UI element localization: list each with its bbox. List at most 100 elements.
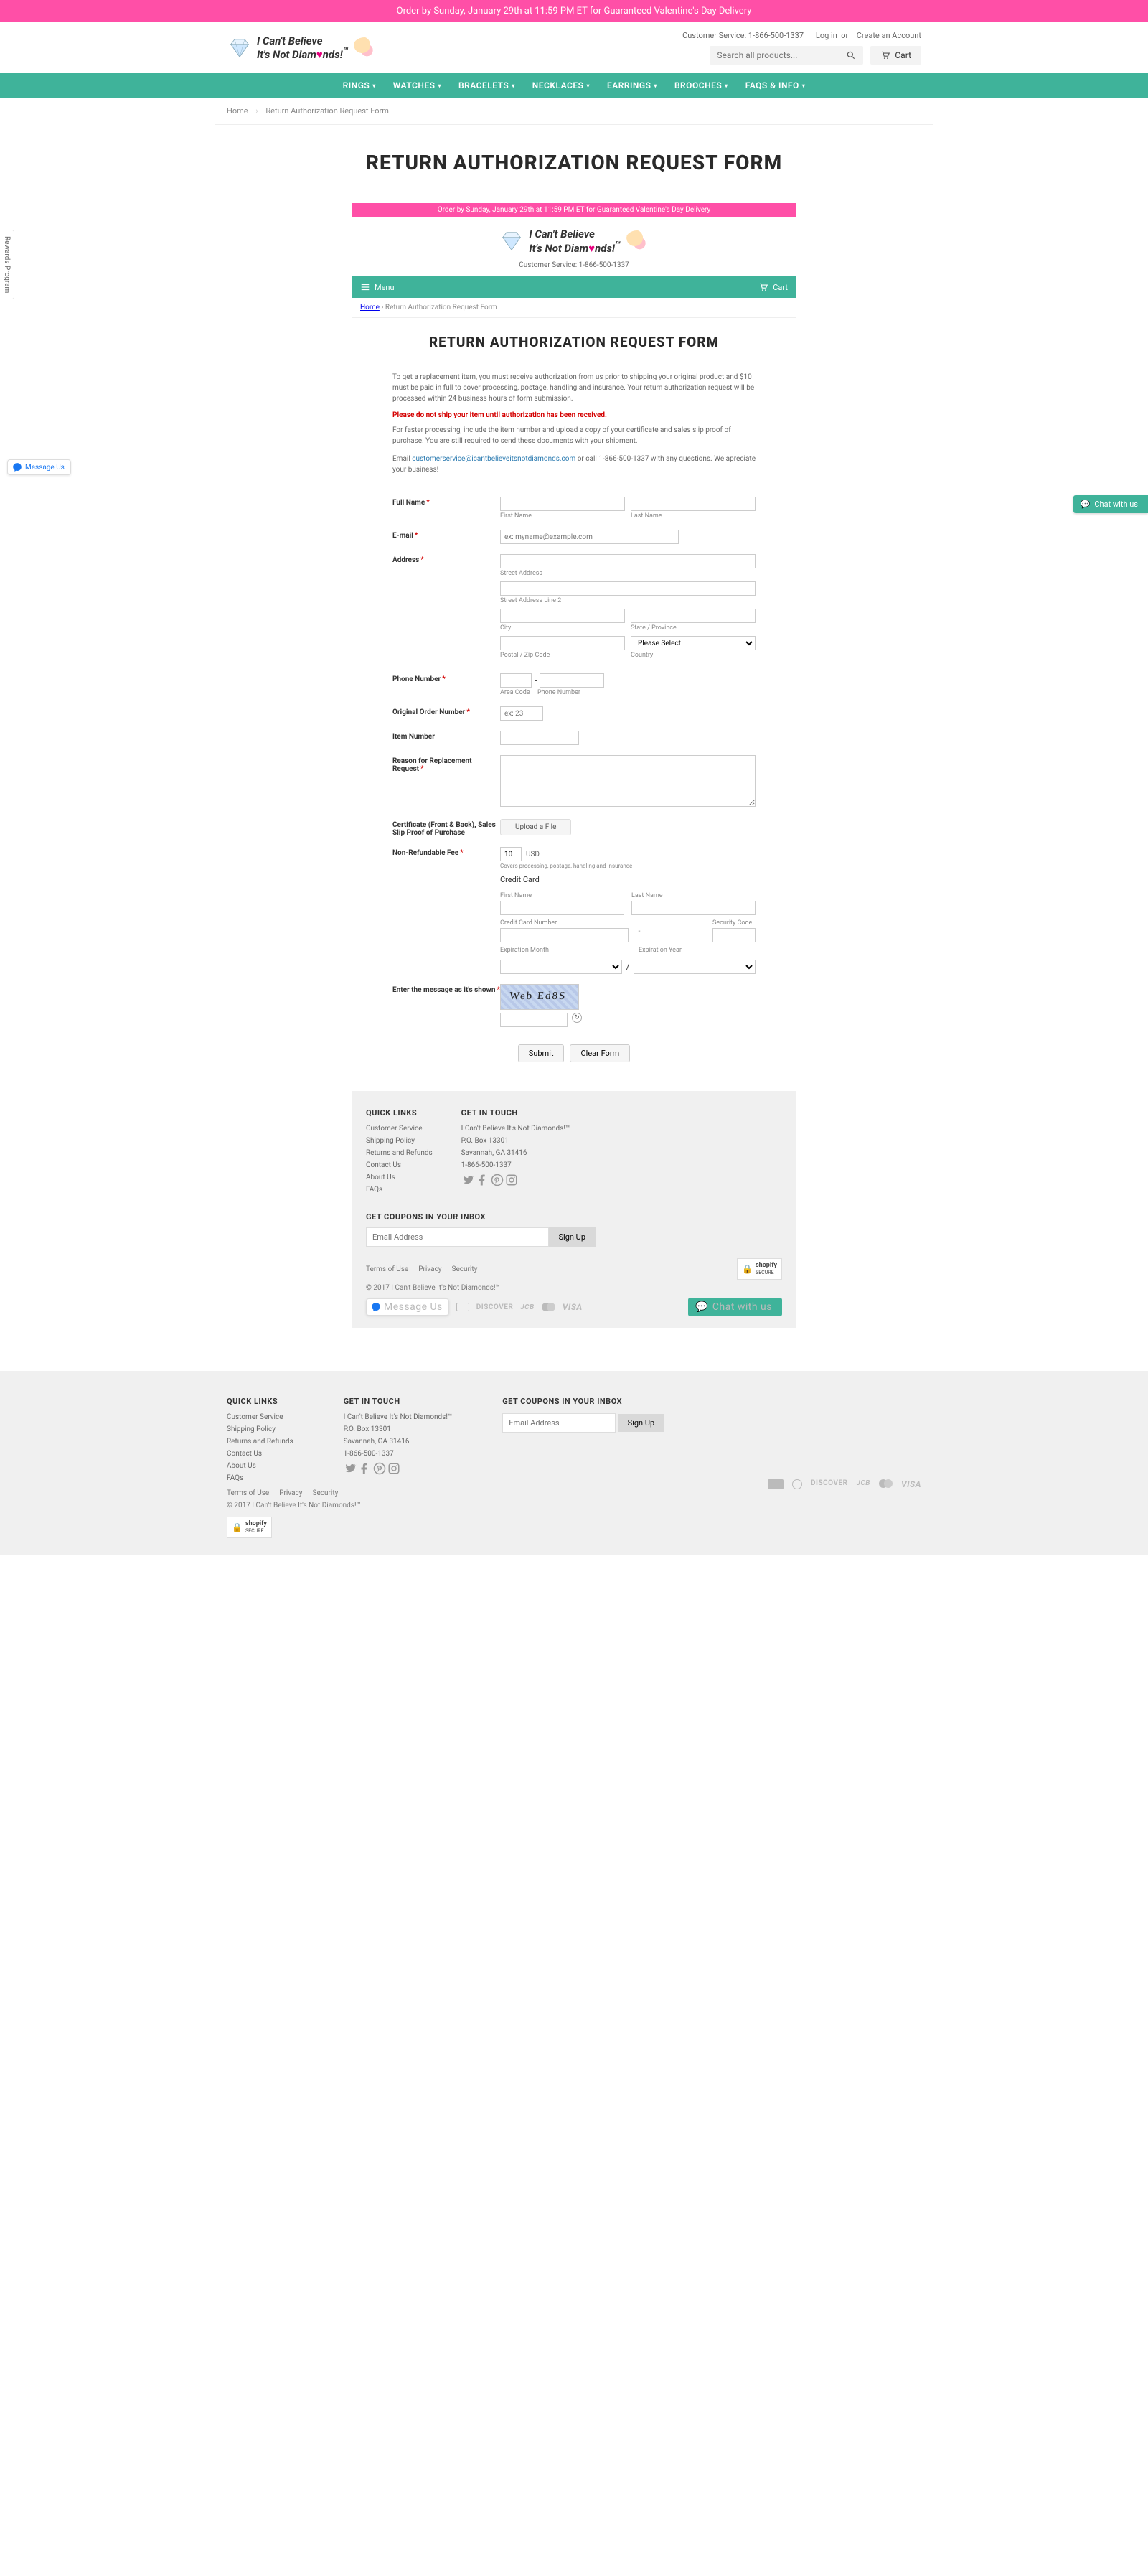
footer-link-returns-and-refunds[interactable]: Returns and Refunds — [227, 1438, 293, 1446]
order-number-input[interactable] — [500, 706, 543, 721]
message-us-button[interactable]: Message Us — [7, 459, 71, 475]
embed-preview: Order by Sunday, January 29th at 11:59 P… — [352, 203, 796, 1328]
discover-icon: DISCOVER — [811, 1479, 847, 1489]
mastercard-icon — [542, 1303, 555, 1311]
country-select[interactable]: Please Select — [631, 636, 756, 650]
embed-nav: Menu Cart — [352, 276, 796, 298]
footer-link-faqs[interactable]: FAQs — [366, 1186, 433, 1194]
legal-link-security[interactable]: Security — [452, 1265, 478, 1273]
pinterest-icon[interactable] — [373, 1462, 386, 1475]
nav-item-bracelets[interactable]: BRACELETS▾ — [458, 80, 515, 90]
footer-link-contact-us[interactable]: Contact Us — [227, 1450, 293, 1458]
search-icon[interactable] — [846, 50, 856, 60]
instagram-icon[interactable] — [505, 1174, 518, 1186]
footer-link-contact-us[interactable]: Contact Us — [366, 1161, 433, 1169]
breadcrumb-home[interactable]: Home — [227, 106, 248, 116]
label-reason: Reason for Replacement Request* — [392, 755, 500, 809]
search-input[interactable] — [717, 50, 824, 60]
last-name-input[interactable] — [631, 497, 756, 511]
cc-number-input[interactable] — [500, 928, 629, 942]
cupid-icon — [352, 37, 377, 59]
logo[interactable]: I Can't Believe It's Not Diam♥nds!™ — [227, 35, 377, 61]
cs-email-link[interactable]: customerservice@icantbelieveitsnotdiamon… — [412, 455, 575, 463]
cc-cvv-input[interactable] — [712, 928, 756, 942]
nav-item-earrings[interactable]: EARRINGS▾ — [607, 80, 657, 90]
embed-breadcrumb-home[interactable]: Home — [360, 304, 380, 312]
cc-exp-month-select[interactable] — [500, 960, 622, 974]
cc-last-name-input[interactable] — [631, 901, 756, 915]
nav-item-brooches[interactable]: BROOCHES▾ — [674, 80, 728, 90]
search-box[interactable] — [710, 46, 863, 65]
clear-form-button[interactable]: Clear Form — [570, 1044, 630, 1062]
city-input[interactable] — [500, 609, 625, 623]
facebook-icon[interactable] — [358, 1462, 371, 1475]
email-input[interactable] — [500, 530, 679, 544]
label-captcha: Enter the message as it's shown* — [392, 984, 500, 1027]
nav-item-watches[interactable]: WATCHES▾ — [393, 80, 441, 90]
footer-link-shipping-policy[interactable]: Shipping Policy — [227, 1425, 293, 1433]
captcha-input[interactable] — [500, 1013, 568, 1027]
address-line: P.O. Box 13301 — [461, 1137, 570, 1145]
quick-links-col: QUICK LINKS Customer ServiceShipping Pol… — [366, 1108, 433, 1198]
area-code-input[interactable] — [500, 673, 532, 688]
pinterest-icon[interactable] — [491, 1174, 504, 1186]
nav-item-rings[interactable]: RINGS▾ — [343, 80, 376, 90]
twitter-icon[interactable] — [344, 1462, 357, 1475]
create-account-link[interactable]: Create an Account — [857, 31, 921, 40]
legal-link-terms-of-use[interactable]: Terms of Use — [227, 1489, 269, 1497]
messenger-icon — [371, 1302, 381, 1312]
reason-textarea[interactable] — [500, 755, 756, 807]
embed-menu-button[interactable]: Menu — [360, 282, 395, 292]
copyright: © 2017 I Can't Believe It's Not Diamonds… — [366, 1284, 782, 1292]
legal-link-privacy[interactable]: Privacy — [279, 1489, 302, 1497]
captcha-image: Web Ed8S — [500, 984, 579, 1010]
upload-file-button[interactable]: Upload a File — [500, 819, 571, 835]
street2-input[interactable] — [500, 581, 756, 596]
captcha-reload-button[interactable]: ↻ — [572, 1013, 582, 1023]
footer-link-about-us[interactable]: About Us — [227, 1462, 293, 1470]
return-form: To get a replacement item, you must rece… — [384, 372, 764, 1091]
item-number-input[interactable] — [500, 731, 579, 745]
twitter-icon[interactable] — [461, 1174, 474, 1186]
embed-chat-button[interactable]: 💬Chat with us — [688, 1298, 782, 1316]
fee-input[interactable] — [500, 847, 522, 861]
embed-message-us-button[interactable]: Message Us — [366, 1298, 449, 1316]
embed-cart-button[interactable]: Cart — [758, 282, 788, 292]
login-link[interactable]: Log in — [816, 31, 837, 40]
rewards-program-tab[interactable]: Rewards Program — [0, 230, 14, 299]
street-input[interactable] — [500, 554, 756, 568]
legal-link-security[interactable]: Security — [313, 1489, 339, 1497]
address-line: Savannah, GA 31416 — [461, 1149, 570, 1157]
outer-newsletter-input[interactable] — [502, 1413, 616, 1433]
newsletter-email-input[interactable] — [366, 1227, 549, 1247]
first-name-input[interactable] — [500, 497, 625, 511]
nav-item-faqs-info[interactable]: FAQS & INFO▾ — [745, 80, 806, 90]
diamond-icon — [227, 38, 253, 58]
page-title: RETURN AUTHORIZATION REQUEST FORM — [0, 151, 1148, 174]
footer-link-customer-service[interactable]: Customer Service — [366, 1125, 433, 1133]
facebook-icon[interactable] — [476, 1174, 489, 1186]
cc-exp-year-select[interactable] — [634, 960, 756, 974]
zip-input[interactable] — [500, 636, 625, 650]
instagram-icon[interactable] — [387, 1462, 400, 1475]
embed-logo[interactable]: I Can't Believe It's Not Diam♥nds!™ — [499, 228, 649, 254]
footer-link-faqs[interactable]: FAQs — [227, 1474, 293, 1482]
form-faster: For faster processing, include the item … — [392, 425, 756, 446]
address-line: Savannah, GA 31416 — [344, 1438, 453, 1446]
outer-newsletter-signup-button[interactable]: Sign Up — [618, 1414, 665, 1432]
state-input[interactable] — [631, 609, 756, 623]
footer-link-about-us[interactable]: About Us — [366, 1174, 433, 1181]
phone-number-input[interactable] — [540, 673, 604, 688]
cart-button[interactable]: Cart — [870, 46, 921, 65]
footer-link-shipping-policy[interactable]: Shipping Policy — [366, 1137, 433, 1145]
chat-with-us-button[interactable]: 💬Chat with us — [1073, 495, 1148, 513]
legal-link-terms-of-use[interactable]: Terms of Use — [366, 1265, 408, 1273]
legal-link-privacy[interactable]: Privacy — [418, 1265, 441, 1273]
cc-first-name-input[interactable] — [500, 901, 624, 915]
site-footer: QUICK LINKS Customer ServiceShipping Pol… — [0, 1371, 1148, 1555]
footer-link-returns-and-refunds[interactable]: Returns and Refunds — [366, 1149, 433, 1157]
nav-item-necklaces[interactable]: NECKLACES▾ — [532, 80, 590, 90]
newsletter-signup-button[interactable]: Sign Up — [549, 1227, 596, 1247]
submit-button[interactable]: Submit — [518, 1044, 565, 1062]
footer-link-customer-service[interactable]: Customer Service — [227, 1413, 293, 1421]
